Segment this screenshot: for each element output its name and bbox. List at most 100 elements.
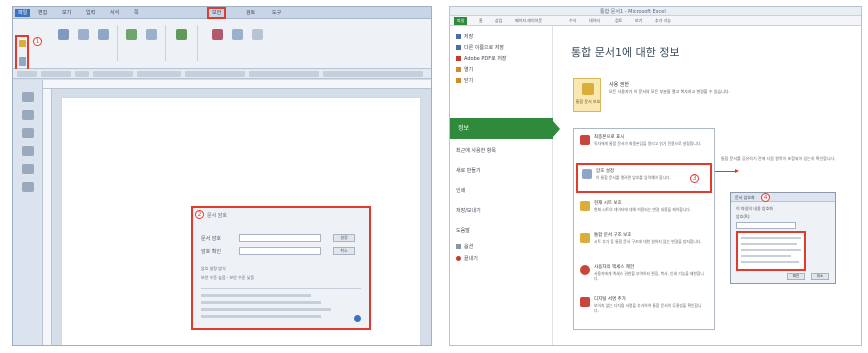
button-label: 통합 문서 보호 [575, 99, 601, 104]
tab-review[interactable]: 검토 [612, 17, 625, 25]
note-line [201, 308, 331, 311]
ok-button[interactable]: 확인 [787, 273, 805, 280]
note-line [201, 301, 321, 304]
menu-review[interactable]: 검토 [243, 9, 258, 17]
menu-page[interactable]: 쪽 [131, 9, 142, 17]
ribbon-button[interactable] [75, 27, 93, 55]
document-icon [98, 29, 109, 40]
nav-close[interactable]: 닫기 [456, 76, 473, 86]
nav-options[interactable]: 옵션 [456, 242, 473, 252]
nav-save-send[interactable]: 저장/보내기 [456, 206, 481, 216]
ribbon-button[interactable] [123, 27, 141, 55]
help-icon[interactable] [354, 315, 361, 322]
menu-view[interactable]: 보기 [59, 9, 74, 17]
item-title: 사용자의 액세스 제한 [594, 265, 635, 270]
menu-item-restrict-access[interactable]: 사용자의 액세스 제한 사용자에게 액세스 권한을 부여하되 편집, 복사, 인… [576, 261, 712, 291]
menu-item-protect-sheet[interactable]: 현재 시트 보호 현재 시트의 데이터에 대해 허용되는 변경 내용을 제어합니… [576, 197, 712, 227]
password-confirm-input[interactable] [239, 247, 321, 255]
dialog-title: 문서 암호화 [731, 193, 835, 202]
tool-icon[interactable] [22, 182, 34, 192]
lock-icon [146, 29, 157, 40]
toolbar-control[interactable] [17, 71, 37, 77]
nav-save-pdf[interactable]: Adobe PDF로 저장 [456, 54, 507, 64]
ribbon-button[interactable] [249, 27, 267, 55]
item-title: 암호 설정 [596, 169, 614, 174]
nav-label: 옵션 [464, 244, 474, 250]
menu-file[interactable]: 파일 [15, 9, 31, 17]
tab-formulas[interactable]: 수식 [566, 17, 579, 25]
toolbar-control[interactable] [249, 71, 319, 77]
font-select[interactable] [93, 71, 133, 77]
toolbar-control[interactable] [323, 71, 423, 77]
nav-exit[interactable]: 끝내기 [456, 254, 478, 264]
document-icon[interactable] [19, 57, 26, 66]
tab-insert[interactable]: 삽입 [492, 17, 505, 25]
step-badge: 1 [33, 37, 42, 46]
menu-item-digital-signature[interactable]: 디지털 서명 추가 보이지 않는 디지털 서명을 추가하여 통합 문서의 무결성… [576, 293, 712, 323]
nav-save-as[interactable]: 다른 이름으로 저장 [456, 43, 504, 53]
cancel-button[interactable]: 취소 [333, 247, 355, 255]
font-size-select[interactable] [137, 71, 181, 77]
text-line [741, 255, 791, 257]
tool-icon[interactable] [22, 92, 34, 102]
ribbon-button[interactable] [229, 27, 247, 55]
nav-label: 열기 [464, 67, 474, 73]
password-dialog: 2 문서 암호 문서 암호 설정 암호 확인 취소 암호 설정 방식 보안 수준… [191, 206, 371, 330]
tab-view[interactable]: 보기 [632, 17, 645, 25]
item-desc: 독자에게 통합 문서가 최종본임을 알리고 읽기 전용으로 설정합니다. [594, 141, 702, 146]
excel-window: 통합 문서1 - Microsoft Excel 파일 홈 삽입 페이지 레이아… [449, 6, 862, 346]
protect-workbook-button[interactable]: 통합 문서 보호 [573, 78, 601, 112]
menu-format[interactable]: 서식 [107, 9, 122, 17]
nav-info[interactable]: 정보 [450, 118, 560, 139]
toolbar-control[interactable] [41, 71, 71, 77]
tool-icon[interactable] [22, 110, 34, 120]
tool-icon[interactable] [22, 164, 34, 174]
save-as-icon [456, 45, 461, 50]
ribbon-button[interactable] [55, 27, 73, 55]
dialog-title: 문서 암호 [207, 213, 227, 219]
toolbar-control[interactable] [185, 71, 245, 77]
menu-item-mark-final[interactable]: 최종본으로 표시 독자에게 통합 문서가 최종본임을 알리고 읽기 전용으로 설… [576, 131, 712, 161]
tab-file[interactable]: 파일 [454, 17, 468, 25]
menu-edit[interactable]: 편집 [35, 9, 50, 17]
tab-data[interactable]: 데이터 [586, 17, 603, 25]
inspect-note: 통합 문서를 공유하기 전에 다음 항목이 포함되어 있는지 확인합니다. [721, 156, 836, 161]
ok-button[interactable]: 설정 [333, 234, 355, 242]
option-label[interactable]: 보안 수준 높음 · 보안 수준 낮음 [201, 275, 254, 281]
nav-help[interactable]: 도움말 [456, 226, 470, 236]
backstage-nav: 저장 다른 이름으로 저장 Adobe PDF로 저장 열기 닫기 정보 최근에… [450, 26, 560, 345]
tab-page-layout[interactable]: 페이지 레이아웃 [512, 17, 545, 25]
stamp-icon [580, 135, 590, 145]
toolbar-control[interactable] [75, 71, 89, 77]
password-input[interactable] [239, 234, 321, 242]
menu-tools[interactable]: 도구 [269, 9, 284, 17]
nav-label: Adobe PDF로 저장 [464, 56, 507, 62]
key-icon[interactable] [19, 40, 26, 47]
nav-save[interactable]: 저장 [456, 32, 473, 42]
menu-security[interactable]: 보안 [207, 7, 227, 19]
field-label: 암호 확인 [201, 249, 221, 255]
cancel-button[interactable]: 취소 [811, 273, 829, 280]
password-input[interactable] [736, 222, 796, 229]
nav-open[interactable]: 열기 [456, 65, 473, 75]
menu-item-protect-structure[interactable]: 통합 문서 구조 보호 시트 추가 등 통합 문서 구조에 대한 원하지 않는 … [576, 229, 712, 259]
nav-new[interactable]: 새로 만들기 [456, 166, 481, 176]
note-line [201, 294, 311, 297]
folder-icon [456, 67, 461, 72]
menu-insert[interactable]: 입력 [83, 9, 98, 17]
tab-add-ins[interactable]: 추가 기능 [652, 17, 674, 25]
ribbon-button[interactable] [173, 27, 191, 55]
ribbon-button[interactable] [143, 27, 161, 55]
nav-recent[interactable]: 최근에 사용한 항목 [456, 146, 496, 156]
nav-print[interactable]: 인쇄 [456, 186, 465, 196]
tool-icon[interactable] [22, 128, 34, 138]
workbook-lock-icon [580, 233, 590, 243]
tab-home[interactable]: 홈 [476, 17, 486, 25]
nav-label: 닫기 [464, 78, 474, 84]
tool-icon[interactable] [22, 146, 34, 156]
ribbon-button[interactable] [95, 27, 113, 55]
sheet-lock-icon [580, 201, 590, 211]
ribbon-button[interactable] [209, 27, 227, 55]
divider [165, 25, 166, 61]
menu-item-encrypt-password[interactable]: 암호 설정 이 통합 문서를 열려면 암호를 입력해야 합니다. 3 [576, 163, 712, 193]
